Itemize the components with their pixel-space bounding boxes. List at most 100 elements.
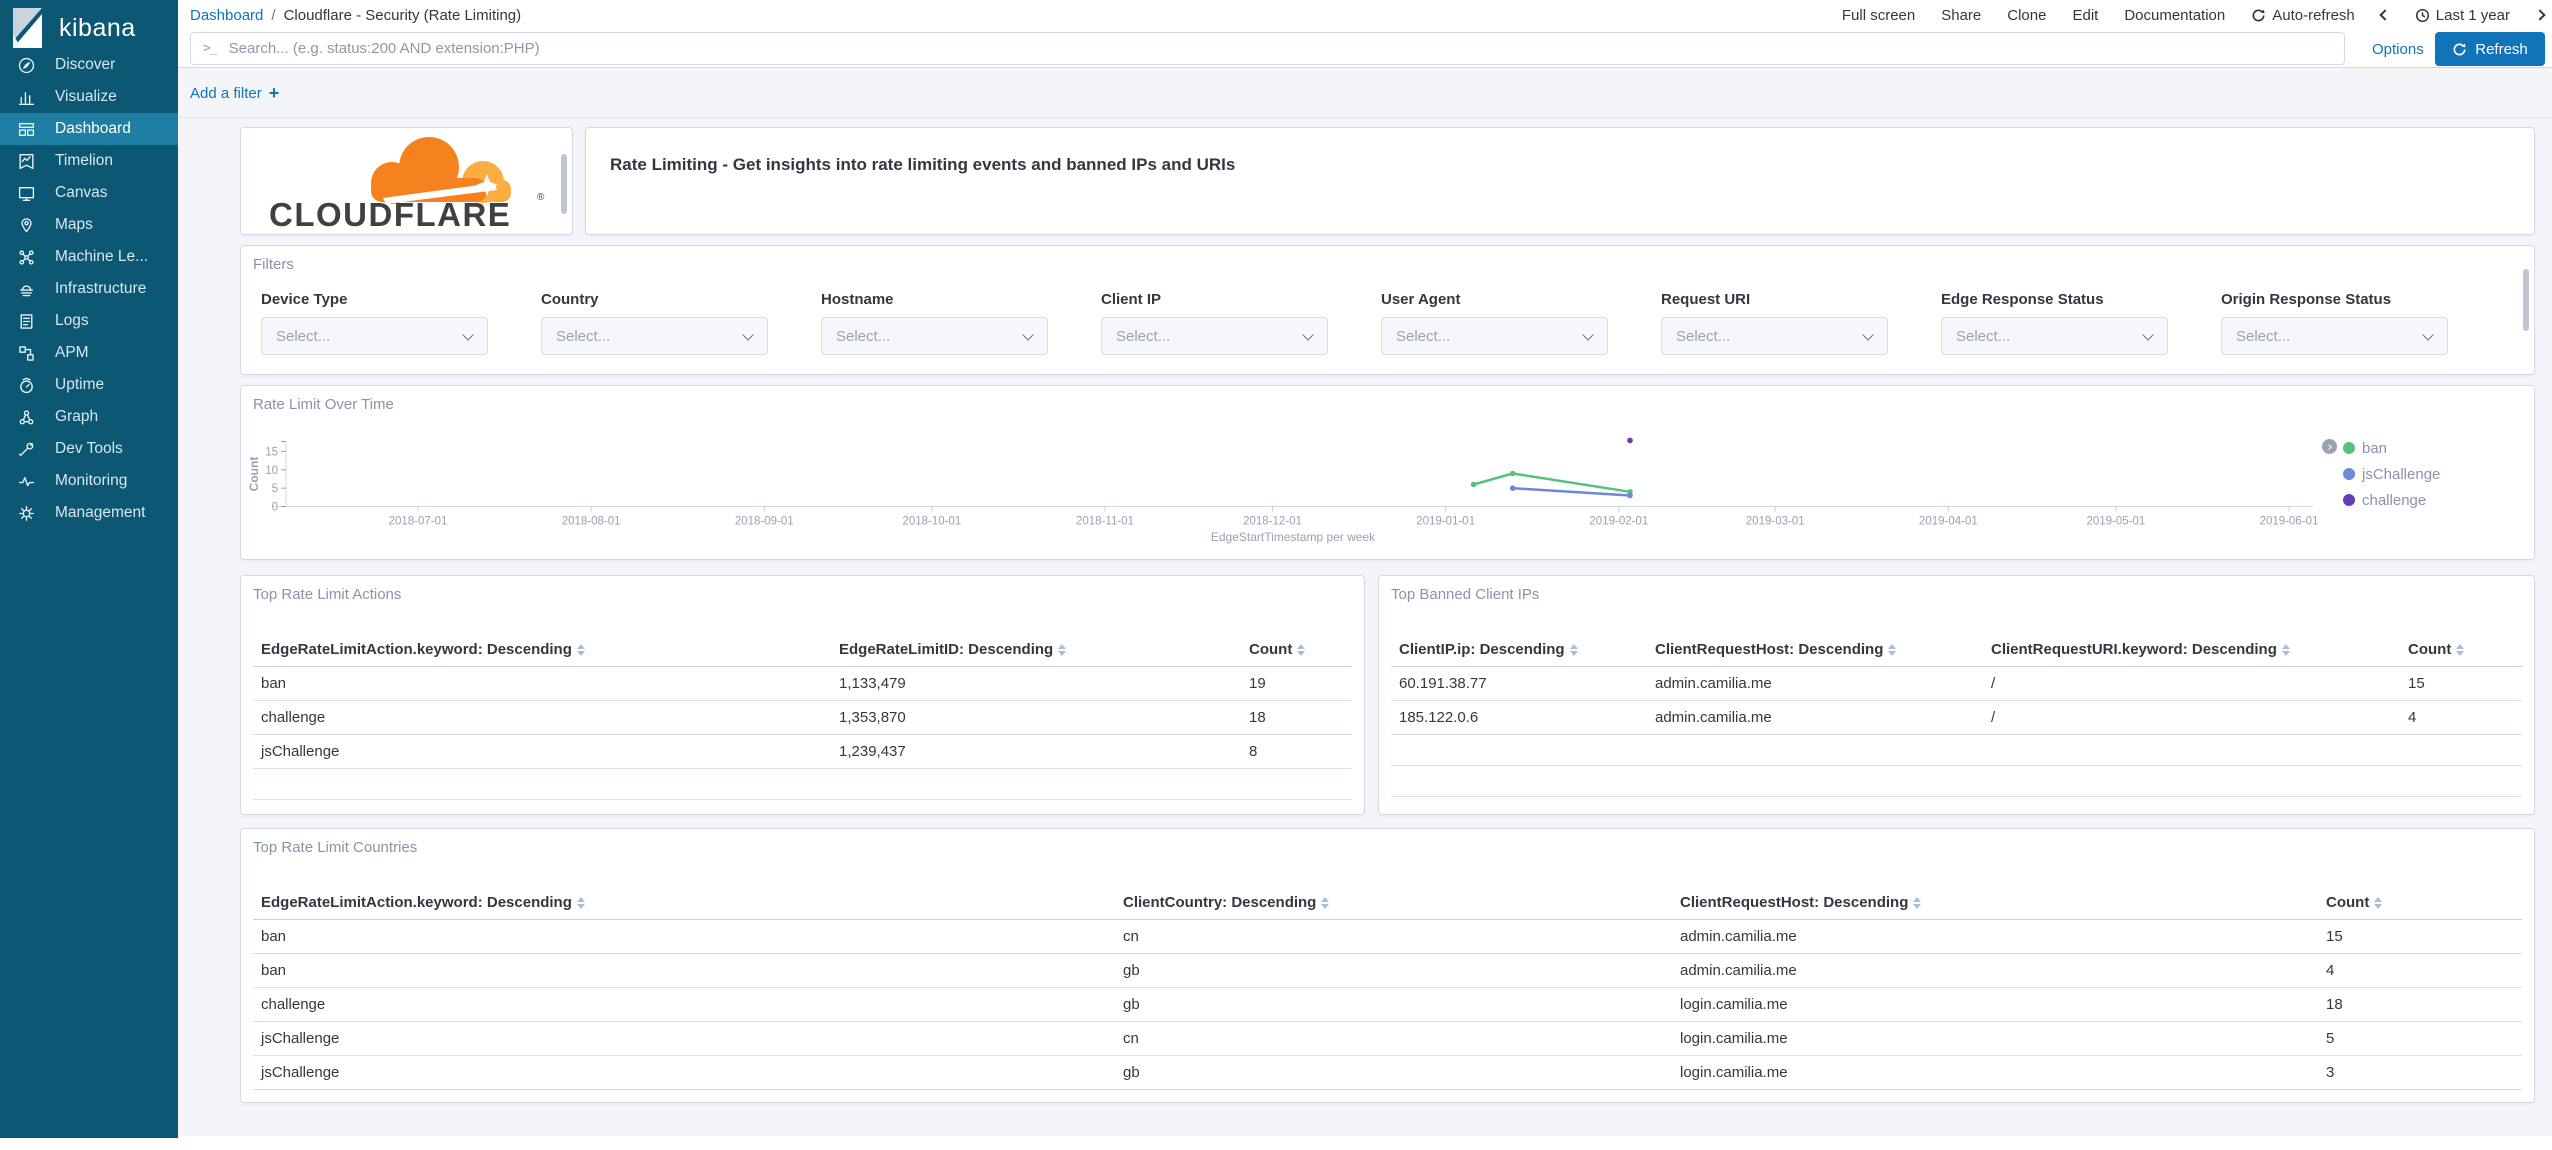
sort-icon: [1058, 643, 1067, 656]
svg-text:2018-07-01: 2018-07-01: [389, 516, 448, 528]
data-point-jsChallenge[interactable]: [1509, 485, 1516, 491]
panel-title: Top Banned Client IPs: [1391, 586, 1540, 603]
time-next-button[interactable]: [2534, 9, 2546, 21]
filter-field-client-ip: Client IP Select...: [1101, 291, 1328, 355]
table-cell: 60.191.38.77: [1391, 666, 1647, 701]
table-row: 60.191.38.77 admin.camilia.me/15: [1391, 666, 2522, 701]
panel-scrollbar[interactable]: [561, 154, 567, 214]
column-header-label: ClientRequestURI.keyword: Descending: [1991, 640, 2277, 658]
column-header[interactable]: ClientRequestURI.keyword: Descending: [1983, 633, 2400, 667]
add-filter-button[interactable]: Add a filter +: [190, 68, 279, 118]
menu-documentation[interactable]: Documentation: [2124, 7, 2225, 24]
rate-limit-chart: 0 5 10 15 2018-07-01 2018-08-01 2018-09-01 2018…: [247, 437, 2319, 544]
clock-icon: [2415, 8, 2429, 22]
sort-icon: [2374, 896, 2383, 909]
table-cell: jsChallenge: [253, 734, 831, 769]
breadcrumb-dashboard-link[interactable]: Dashboard: [190, 7, 263, 24]
filter-field-user-agent: User Agent Select...: [1381, 291, 1608, 355]
filter-select-country[interactable]: Select...: [541, 317, 768, 355]
column-header[interactable]: Count: [1241, 633, 1352, 667]
sidebar-item-machine-le[interactable]: Machine Le...: [0, 241, 178, 273]
panel-scrollbar[interactable]: [2523, 269, 2529, 331]
filter-field-device-type: Device Type Select...: [261, 291, 488, 355]
sidebar-item-dev-tools[interactable]: Dev Tools: [0, 433, 178, 465]
filter-select-user-agent[interactable]: Select...: [1381, 317, 1608, 355]
column-header-label: EdgeRateLimitID: Descending: [839, 640, 1054, 658]
series-line-ban: [1473, 472, 1631, 494]
column-header[interactable]: ClientRequestHost: Descending: [1647, 633, 1983, 667]
sidebar-item-infrastructure[interactable]: Infrastructure: [0, 273, 178, 305]
filter-label: Request URI: [1661, 291, 1751, 308]
sidebar-item-uptime[interactable]: Uptime: [0, 369, 178, 401]
sort-icon: [1569, 643, 1578, 656]
filter-select-origin-response-status[interactable]: Select...: [2221, 317, 2448, 355]
sidebar-item-label: Management: [55, 504, 146, 521]
menu-share[interactable]: Share: [1941, 7, 1981, 24]
sidebar-item-discover[interactable]: Discover: [0, 49, 178, 81]
sidebar-item-timelion[interactable]: Timelion: [0, 145, 178, 177]
legend-item-ban[interactable]: ban: [2343, 435, 2440, 461]
time-range-picker[interactable]: Last 1 year: [2415, 7, 2510, 24]
monitoring-icon: [17, 472, 36, 491]
refresh-button[interactable]: Refresh: [2435, 32, 2545, 66]
column-header[interactable]: ClientCountry: Descending: [1115, 886, 1672, 920]
data-point-ban[interactable]: [1509, 470, 1516, 477]
table-cell: 1,353,870: [831, 700, 1241, 735]
infrastructure-icon: [17, 280, 36, 299]
sidebar-item-logs[interactable]: Logs: [0, 305, 178, 337]
table-row: jsChallenge cn login.camilia.me 5: [253, 1021, 2522, 1056]
legend-item-challenge[interactable]: challenge: [2343, 487, 2440, 513]
sidebar-item-monitoring[interactable]: Monitoring: [0, 465, 178, 497]
legend-color-dot: [2343, 442, 2355, 454]
column-header[interactable]: EdgeRateLimitAction.keyword: Descending: [253, 633, 831, 667]
sidebar-item-management[interactable]: Management: [0, 497, 178, 529]
column-header[interactable]: Count: [2400, 633, 2522, 667]
sidebar-item-visualize[interactable]: Visualize: [0, 81, 178, 113]
menu-edit[interactable]: Edit: [2072, 7, 2098, 24]
sidebar-nav: Discover Visualize Dashboard Timelion Canvas…: [0, 49, 178, 529]
sidebar-item-canvas[interactable]: Canvas: [0, 177, 178, 209]
data-point-challenge[interactable]: [1627, 437, 1633, 444]
menu-full-screen[interactable]: Full screen: [1842, 7, 1915, 24]
panel-rate-limit-over-time: Rate Limit Over Time 0 5 10 15 2018-07-01 201…: [240, 385, 2535, 560]
select-placeholder: Select...: [1116, 327, 1171, 345]
column-header[interactable]: EdgeRateLimitID: Descending: [831, 633, 1241, 667]
table-cell: login.camilia.me: [1672, 1021, 2318, 1056]
timelion-icon: [17, 152, 36, 171]
legend-collapse-button[interactable]: [2322, 439, 2337, 454]
select-placeholder: Select...: [556, 327, 611, 345]
filter-label: User Agent: [1381, 291, 1461, 308]
svg-text:2019-06-01: 2019-06-01: [2260, 516, 2319, 528]
search-input[interactable]: [228, 40, 2332, 57]
options-link[interactable]: Options: [2372, 30, 2424, 68]
sidebar-item-maps[interactable]: Maps: [0, 209, 178, 241]
kibana-logo[interactable]: kibana: [10, 7, 136, 49]
filter-select-edge-response-status[interactable]: Select...: [1941, 317, 2168, 355]
panel-filters: Filters Device Type Select... Country Selec…: [240, 245, 2535, 375]
sidebar-item-dashboard[interactable]: Dashboard: [0, 113, 178, 145]
canvas-icon: [17, 184, 36, 203]
filter-select-device-type[interactable]: Select...: [261, 317, 488, 355]
table-cell: gb: [1115, 987, 1672, 1022]
filter-select-hostname[interactable]: Select...: [821, 317, 1048, 355]
column-header[interactable]: EdgeRateLimitAction.keyword: Descending: [253, 886, 1115, 920]
column-header[interactable]: ClientRequestHost: Descending: [1672, 886, 2318, 920]
logs-icon: [17, 312, 36, 331]
maps-icon: [17, 216, 36, 235]
legend-item-jsChallenge[interactable]: jsChallenge: [2343, 461, 2440, 487]
filter-select-client-ip[interactable]: Select...: [1101, 317, 1328, 355]
filter-select-request-uri[interactable]: Select...: [1661, 317, 1888, 355]
auto-refresh-button[interactable]: Auto-refresh: [2251, 7, 2355, 24]
sidebar-item-label: Dev Tools: [55, 440, 123, 457]
time-prev-button[interactable]: [2379, 9, 2391, 21]
column-header[interactable]: Count: [2318, 886, 2522, 920]
sidebar-item-apm[interactable]: APM: [0, 337, 178, 369]
panel-cloudflare-logo: CLOUDFLARE ®: [240, 127, 573, 235]
dashboard-description-text: Rate Limiting - Get insights into rate l…: [610, 155, 1236, 174]
auto-refresh-icon: [2252, 8, 2265, 21]
data-point-ban[interactable]: [1470, 481, 1477, 488]
column-header[interactable]: ClientIP.ip: Descending: [1391, 633, 1647, 667]
menu-clone[interactable]: Clone: [2007, 7, 2046, 24]
data-point-jsChallenge[interactable]: [1627, 492, 1633, 499]
sidebar-item-graph[interactable]: Graph: [0, 401, 178, 433]
